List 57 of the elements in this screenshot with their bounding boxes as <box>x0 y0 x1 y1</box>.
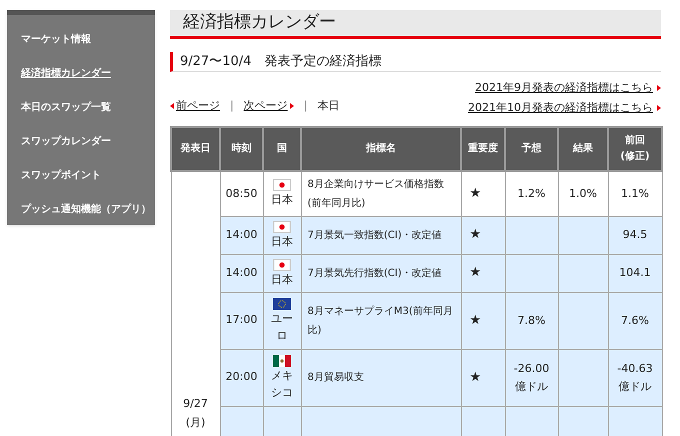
previous-cell: 94.5 <box>608 216 662 254</box>
separator: | <box>304 98 308 114</box>
indicator-name: 7月景気先行指数(CI)・改定値 <box>301 254 461 292</box>
triangle-icon <box>290 102 294 109</box>
page-title: 経済指標カレンダー <box>183 11 336 34</box>
result-cell <box>558 292 608 349</box>
column-header: 結果 <box>558 127 608 171</box>
time-cell: 08:50 <box>220 171 263 216</box>
sidebar-link[interactable]: プッシュ通知機能（アプリ） <box>21 201 151 219</box>
column-header: 時刻 <box>220 127 263 171</box>
sidebar-link[interactable]: スワップカレンダー <box>21 133 111 151</box>
time-cell: 20:00 <box>220 349 263 406</box>
sidebar-link[interactable]: マーケット情報 <box>21 31 91 49</box>
column-header: 予想 <box>505 127 558 171</box>
forecast-cell <box>505 216 558 254</box>
previous-cell: 104.1 <box>608 254 662 292</box>
month-link[interactable]: 2021年9月発表の経済指標はこちら <box>475 80 661 96</box>
result-cell: 1.0% <box>558 171 608 216</box>
country-name: 日本 <box>270 272 294 288</box>
indicator-name: 8月企業向けサービス価格指数(前年同月比) <box>301 171 461 216</box>
country-name: 日本 <box>270 234 294 250</box>
country-name: メキシコ <box>270 368 294 400</box>
triangle-icon <box>657 104 661 111</box>
next-page-link[interactable]: 次ページ <box>244 98 294 114</box>
column-header: 発表日 <box>171 127 220 171</box>
forecast-cell: -26.00億ドル <box>505 349 558 406</box>
forecast-cell: 1.2% <box>505 171 558 216</box>
indicator-name: 8月貿易収支 <box>301 349 461 406</box>
previous-cell: -40.63億ドル <box>608 349 662 406</box>
indicator-name: 7月景気一致指数(CI)・改定値 <box>301 216 461 254</box>
triangle-icon <box>657 85 661 92</box>
month-link[interactable]: 2021年10月発表の経済指標はこちら <box>468 100 661 116</box>
time-cell: 14:00 <box>220 254 263 292</box>
date-cell: 9/27 (月) <box>171 171 220 436</box>
previous-cell: 1.1% <box>608 171 662 216</box>
previous-cell: 7.6% <box>608 292 662 349</box>
today-link[interactable]: 本日 <box>317 98 340 114</box>
result-cell <box>558 216 608 254</box>
sidebar-link[interactable]: 経済指標カレンダー <box>21 65 111 83</box>
time-cell: 17:00 <box>220 292 263 349</box>
result-cell <box>558 254 608 292</box>
indicator-name: 8月マネーサプライM3(前年同月比) <box>301 292 461 349</box>
country-name: ユーロ <box>270 310 294 344</box>
triangle-icon <box>170 102 174 109</box>
column-header: 重要度 <box>461 127 505 171</box>
column-header: 指標名 <box>301 127 461 171</box>
forecast-cell: 7.8% <box>505 292 558 349</box>
forecast-cell <box>505 254 558 292</box>
section-title: 9/27〜10/4 発表予定の経済指標 <box>180 52 382 70</box>
sidebar-link[interactable]: 本日のスワップ一覧 <box>21 99 111 117</box>
time-cell: 14:00 <box>220 216 263 254</box>
separator: | <box>230 98 234 114</box>
column-header: 国 <box>263 127 301 171</box>
sidebar-link[interactable]: スワップポイント <box>21 167 101 185</box>
column-header: 前回 (修正) <box>608 127 662 171</box>
prev-page-link[interactable]: 前ページ <box>170 98 220 114</box>
country-name: 日本 <box>270 192 294 208</box>
